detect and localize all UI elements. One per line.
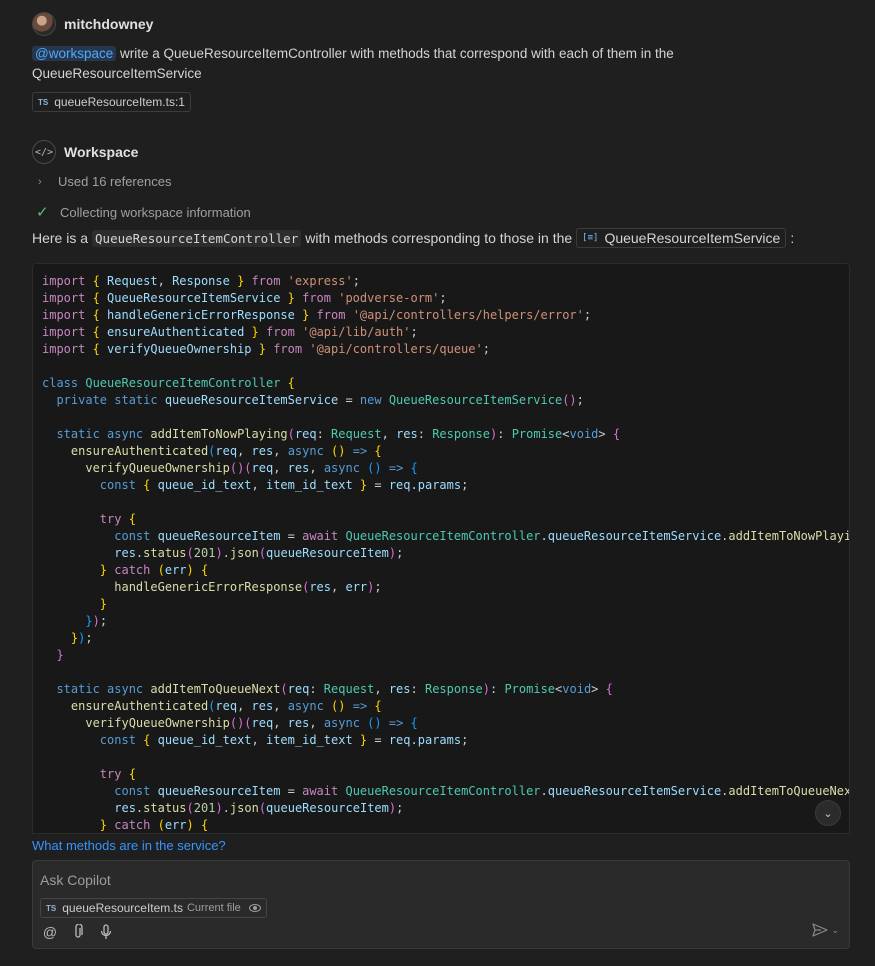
send-button[interactable]: ⌄ bbox=[812, 923, 839, 937]
send-options-chevron-icon[interactable]: ⌄ bbox=[831, 925, 839, 936]
chevron-down-icon: ⌄ bbox=[823, 807, 833, 820]
scroll-down-button[interactable]: ⌄ bbox=[815, 800, 841, 826]
send-icon bbox=[812, 923, 829, 937]
intro-text-after: : bbox=[790, 230, 795, 246]
code-line: import { handleGenericErrorResponse } fr… bbox=[42, 308, 592, 322]
code-line: ensureAuthenticated(req, res, async () =… bbox=[42, 699, 382, 713]
code-line: import { QueueResourceItemService } from… bbox=[42, 291, 447, 305]
code-line: ensureAuthenticated(req, res, async () =… bbox=[42, 444, 382, 458]
code-line: }); bbox=[42, 614, 108, 628]
code-line: } catch (err) { bbox=[42, 818, 209, 832]
code-content: import { Request, Response } from 'expre… bbox=[42, 273, 850, 833]
code-line: } bbox=[42, 648, 64, 662]
typescript-file-icon: TS bbox=[38, 97, 49, 107]
input-toolbar: @ bbox=[42, 923, 114, 941]
status-row: ✓ Collecting workspace information bbox=[36, 203, 251, 221]
followup-suggestion[interactable]: What methods are in the service? bbox=[32, 838, 226, 853]
status-label: Collecting workspace information bbox=[60, 204, 251, 220]
context-file-sub: Current file bbox=[186, 902, 241, 914]
code-line: handleGenericErrorResponse(res, err); bbox=[42, 580, 382, 594]
code-icon: </> bbox=[32, 140, 56, 164]
symbol-reference-chip[interactable]: [≡] QueueResourceItemService bbox=[576, 228, 787, 248]
user-avatar bbox=[32, 12, 56, 36]
user-prompt: @workspace write a QueueResourceItemCont… bbox=[32, 44, 832, 84]
agent-name: Workspace bbox=[64, 144, 139, 160]
code-line: verifyQueueOwnership()(req, res, async (… bbox=[42, 716, 418, 730]
typescript-file-icon: TS bbox=[46, 903, 57, 913]
code-line: } catch (err) { bbox=[42, 563, 209, 577]
code-line: }); bbox=[42, 631, 93, 645]
eye-icon[interactable] bbox=[248, 904, 261, 912]
code-line: class QueueResourceItemController { bbox=[42, 376, 295, 390]
context-file-chip[interactable]: TS queueResourceItem.ts Current file bbox=[40, 898, 267, 918]
code-line: res.status(201).json(queueResourceItem); bbox=[42, 546, 404, 560]
agent-header: </> Workspace bbox=[32, 140, 138, 164]
attached-file-label: queueResourceItem.ts:1 bbox=[54, 95, 185, 109]
code-line: import { verifyQueueOwnership } from '@a… bbox=[42, 342, 490, 356]
paperclip-icon[interactable] bbox=[70, 923, 86, 941]
code-line: import { Request, Response } from 'expre… bbox=[42, 274, 360, 288]
code-line: try { bbox=[42, 767, 136, 781]
check-icon: ✓ bbox=[36, 204, 49, 221]
user-header: mitchdowney bbox=[32, 12, 153, 36]
code-block[interactable]: import { Request, Response } from 'expre… bbox=[32, 263, 850, 834]
inline-code-controller: QueueResourceItemController bbox=[92, 229, 302, 247]
chevron-right-icon: › bbox=[38, 175, 42, 188]
code-line: try { bbox=[42, 512, 136, 526]
code-line: const { queue_id_text, item_id_text } = … bbox=[42, 733, 469, 747]
workspace-mention[interactable]: @workspace bbox=[32, 46, 117, 61]
response-intro: Here is a QueueResourceItemController wi… bbox=[32, 228, 794, 248]
username: mitchdowney bbox=[64, 16, 154, 32]
intro-text-middle: with methods corresponding to those in t… bbox=[305, 230, 573, 246]
code-line: const { queue_id_text, item_id_text } = … bbox=[42, 478, 469, 492]
prompt-text: write a QueueResourceItemController with… bbox=[32, 46, 674, 81]
attached-file-chip[interactable]: TS queueResourceItem.ts:1 bbox=[32, 92, 191, 112]
code-line: static async addItemToNowPlaying(req: Re… bbox=[42, 427, 621, 441]
code-line: verifyQueueOwnership()(req, res, async (… bbox=[42, 461, 418, 475]
intro-text-before: Here is a bbox=[32, 230, 89, 246]
context-file-label: queueResourceItem.ts bbox=[62, 901, 183, 915]
code-line: const queueResourceItem = await QueueRes… bbox=[42, 784, 850, 798]
code-line: } bbox=[42, 597, 108, 611]
code-line: res.status(201).json(queueResourceItem); bbox=[42, 801, 404, 815]
code-line: private static queueResourceItemService … bbox=[42, 393, 584, 407]
chat-input[interactable]: Ask Copilot bbox=[40, 872, 111, 888]
references-toggle[interactable]: › Used 16 references bbox=[38, 174, 171, 189]
symbol-class-icon: [≡] bbox=[582, 233, 599, 243]
microphone-icon[interactable] bbox=[98, 923, 114, 941]
chat-input-box[interactable]: Ask Copilot TS queueResourceItem.ts Curr… bbox=[32, 860, 850, 949]
references-label: Used 16 references bbox=[58, 174, 172, 189]
code-line: static async addItemToQueueNext(req: Req… bbox=[42, 682, 613, 696]
code-line: import { ensureAuthenticated } from '@ap… bbox=[42, 325, 418, 339]
symbol-reference-label: QueueResourceItemService bbox=[604, 230, 781, 246]
at-icon[interactable]: @ bbox=[42, 923, 58, 941]
code-line: const queueResourceItem = await QueueRes… bbox=[42, 529, 849, 543]
